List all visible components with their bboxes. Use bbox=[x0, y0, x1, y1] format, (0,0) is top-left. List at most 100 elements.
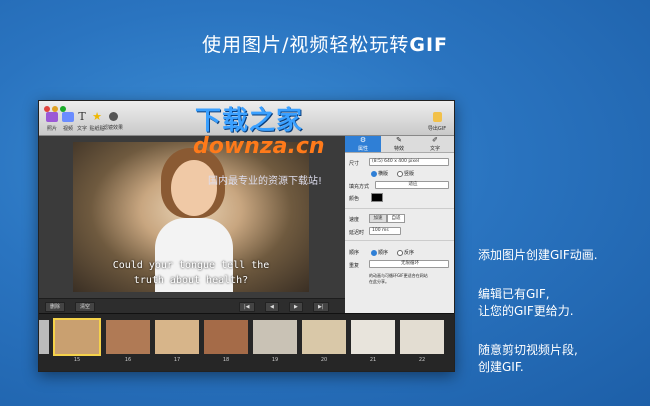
edit-icon: ✐ bbox=[432, 136, 438, 144]
skip-end-icon: ▶| bbox=[318, 304, 324, 310]
filmstrip-frame-partial[interactable] bbox=[39, 320, 49, 354]
video-preview[interactable]: Could your tongue tell the truth about h… bbox=[73, 142, 309, 292]
frame-thumbnail bbox=[204, 320, 248, 354]
filmstrip-frame[interactable] bbox=[53, 318, 101, 356]
star-icon: ★ bbox=[92, 110, 102, 123]
loop-select[interactable]: 无限循环 bbox=[369, 260, 449, 268]
feature-3-line-1: 随意剪切视频片段, bbox=[478, 343, 578, 357]
filmstrip-frame[interactable] bbox=[302, 320, 346, 354]
clear-button[interactable]: 清空 bbox=[75, 302, 96, 312]
order-reverse-label: 反序 bbox=[404, 250, 415, 256]
size-select[interactable]: (8:5) 640 x 400 pixel bbox=[369, 158, 449, 166]
feature-2-line-1: 编辑已有GIF, bbox=[478, 287, 550, 301]
feature-1-line-1: 添加图片创建GIF动画. bbox=[478, 248, 598, 262]
frame-number: 21 bbox=[369, 357, 377, 363]
speed-label: 速度 bbox=[349, 217, 360, 223]
frame-thumbnail bbox=[55, 320, 99, 354]
feature-2: 编辑已有GIF, 让您的GIF更给力. bbox=[478, 286, 574, 320]
size-label: 尺寸 bbox=[349, 161, 360, 167]
orientation-landscape-label: 横版 bbox=[378, 171, 389, 177]
export-gif-label: 导出GIF bbox=[427, 126, 447, 132]
feature-3-line-2: 创建GIF. bbox=[478, 360, 524, 374]
step-back-button[interactable]: ◀ bbox=[265, 302, 279, 312]
frame-thumbnail bbox=[351, 320, 395, 354]
headline-text: 使用图片/视频轻松玩转 bbox=[201, 34, 410, 56]
filmstrip-frame[interactable] bbox=[400, 320, 444, 354]
export-icon bbox=[432, 112, 442, 122]
frame-number: 17 bbox=[173, 357, 181, 363]
frame-number: 20 bbox=[320, 357, 328, 363]
frame-number: 16 bbox=[124, 357, 132, 363]
toolbar-filter-button[interactable]: 滤镜效果 bbox=[103, 112, 123, 131]
frame-thumbnail bbox=[302, 320, 346, 354]
radio-on-icon bbox=[371, 170, 377, 177]
export-gif-button[interactable]: 导出GIF bbox=[427, 112, 447, 132]
hint-line-2: 在此分享。 bbox=[369, 279, 389, 284]
orientation-landscape[interactable]: 横版 bbox=[371, 170, 388, 177]
filmstrip-frame[interactable] bbox=[106, 320, 150, 354]
tab-properties-label: 属性 bbox=[357, 146, 368, 152]
loop-label: 重复 bbox=[349, 263, 360, 269]
frame-thumbnail bbox=[106, 320, 150, 354]
headline: 使用图片/视频轻松玩转GIF bbox=[0, 30, 650, 57]
caption-line-2: truth about health? bbox=[133, 275, 249, 286]
order-reverse[interactable]: 反序 bbox=[397, 249, 414, 256]
panel-divider-2 bbox=[345, 240, 454, 241]
tab-text-label: 文字 bbox=[429, 146, 440, 152]
filmstrip-frame[interactable] bbox=[351, 320, 395, 354]
filmstrip-frame[interactable] bbox=[253, 320, 297, 354]
watermark-domain: downza.cn bbox=[193, 134, 325, 159]
frame-number: 18 bbox=[222, 357, 230, 363]
order-label: 顺序 bbox=[349, 250, 360, 256]
step-forward-button[interactable]: ▶ bbox=[289, 302, 303, 312]
preview-figure-face bbox=[171, 160, 217, 216]
tab-properties[interactable]: ⚙ 属性 bbox=[345, 136, 381, 152]
panel-tabs: ⚙ 属性 ✎ 特效 ✐ 文字 bbox=[345, 136, 454, 153]
color-label: 颜色 bbox=[349, 196, 360, 202]
feature-1: 添加图片创建GIF动画. bbox=[478, 247, 598, 264]
delay-input[interactable]: 100 ms bbox=[369, 227, 401, 235]
step-forward-icon: ▶ bbox=[294, 304, 298, 310]
headline-gif: GIF bbox=[409, 34, 449, 56]
order-forward[interactable]: 顺序 bbox=[371, 249, 388, 256]
frame-number: 19 bbox=[271, 357, 279, 363]
orientation-portrait-label: 竖版 bbox=[404, 171, 415, 177]
frame-number: 22 bbox=[418, 357, 426, 363]
frame-number: 15 bbox=[73, 357, 81, 363]
tab-effects[interactable]: ✎ 特效 bbox=[381, 136, 417, 152]
gear-icon: ⚙ bbox=[359, 136, 367, 144]
color-swatch[interactable] bbox=[371, 193, 383, 202]
frame-thumbnail bbox=[155, 320, 199, 354]
caption-line-1: Could your tongue tell the bbox=[112, 260, 270, 271]
speed-option-fast[interactable]: 加速 bbox=[369, 214, 387, 223]
skip-start-button[interactable]: |◀ bbox=[239, 302, 255, 312]
fill-label: 填充方式 bbox=[349, 184, 370, 190]
filmstrip-frame[interactable] bbox=[204, 320, 248, 354]
filmstrip-frame[interactable] bbox=[155, 320, 199, 354]
stage-bottom-bar: 删除 清空 |◀ ◀ ▶ ▶| bbox=[39, 298, 345, 313]
skip-end-button[interactable]: ▶| bbox=[313, 302, 329, 312]
radio-off-icon bbox=[397, 249, 403, 256]
filter-icon bbox=[108, 112, 118, 121]
frame-thumbnail bbox=[400, 320, 444, 354]
skip-start-icon: |◀ bbox=[244, 304, 250, 310]
radio-off-icon bbox=[397, 170, 403, 177]
speed-option-auto[interactable]: 自适 bbox=[387, 214, 405, 223]
toolbar-filter-label: 滤镜效果 bbox=[103, 125, 124, 131]
radio-on-icon bbox=[371, 249, 377, 256]
tab-effects-label: 特效 bbox=[393, 146, 404, 152]
step-back-icon: ◀ bbox=[270, 304, 274, 310]
frame-thumbnail bbox=[253, 320, 297, 354]
watermark-slogan: 国内最专业的资源下载站! bbox=[208, 176, 323, 187]
orientation-portrait[interactable]: 竖版 bbox=[397, 170, 414, 177]
photo-icon bbox=[46, 112, 58, 122]
tab-text[interactable]: ✐ 文字 bbox=[417, 136, 453, 152]
panel-divider bbox=[345, 208, 454, 209]
filmstrip: 15 16 17 18 19 20 21 22 bbox=[39, 313, 454, 371]
watermark-title: 下载之家 bbox=[195, 106, 304, 136]
fill-select[interactable]: 适应 bbox=[375, 181, 449, 189]
delete-button[interactable]: 删除 bbox=[45, 302, 66, 312]
order-forward-label: 顺序 bbox=[378, 250, 389, 256]
wand-icon: ✎ bbox=[396, 136, 402, 144]
feature-2-line-2: 让您的GIF更给力. bbox=[478, 304, 574, 318]
